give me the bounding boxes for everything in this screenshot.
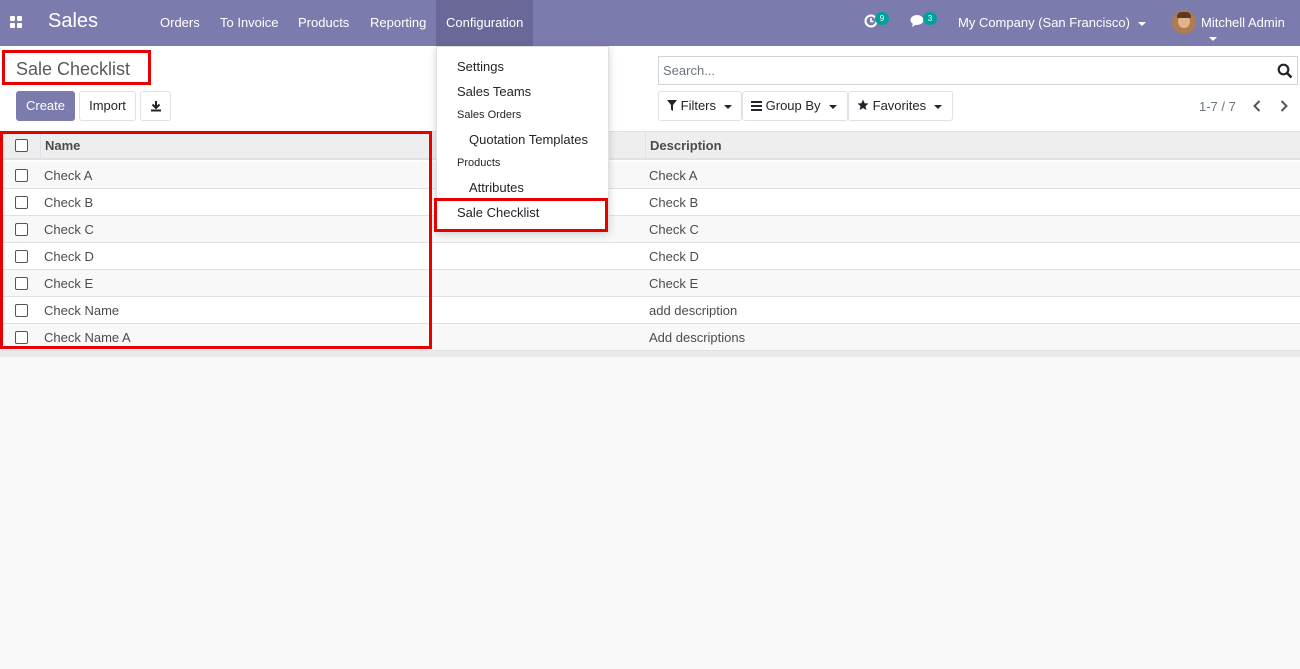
top-navbar: Sales Orders To Invoice Products Reporti… [0,0,1300,46]
cell-name: Check B [44,195,94,210]
download-button[interactable] [140,91,171,121]
cell-name: Check D [44,249,94,264]
table-row[interactable]: Check Name add description [0,297,1300,324]
cell-description: Check D [649,249,699,264]
row-checkbox[interactable] [15,304,28,317]
app-name[interactable]: Sales [48,10,98,33]
row-checkbox[interactable] [15,277,28,290]
menu-item-sale-checklist[interactable]: Sale Checklist [457,205,539,220]
cell-name: Check E [44,276,94,291]
pager-value[interactable]: 1-7 / 7 [1199,99,1236,114]
page-title: Sale Checklist [16,59,131,79]
menu-item-quotation-templates[interactable]: Quotation Templates [469,132,588,147]
activity-count-badge: 9 [875,12,889,25]
filter-icon [667,100,677,111]
menu-section-sales-orders: Sales Orders [457,109,522,121]
messages-count-badge: 3 [923,12,937,25]
configuration-dropdown: Settings Sales Teams Sales Orders Quotat… [436,46,609,231]
column-divider [40,132,41,160]
filters-button[interactable]: Filters [658,91,742,121]
list-icon [751,101,762,111]
cell-description: Check A [649,168,698,183]
cell-description: Check B [649,195,699,210]
filters-label: Filters [680,98,717,113]
cell-name: Check Name [44,303,120,318]
group-by-label: Group By [765,98,821,113]
column-divider [645,132,646,160]
row-checkbox[interactable] [15,250,28,263]
menu-to-invoice[interactable]: To Invoice [220,15,279,30]
chevron-right-icon[interactable] [1278,99,1290,113]
menu-products[interactable]: Products [298,15,349,30]
user-name: Mitchell Admin [1201,15,1285,30]
cell-name: Check A [44,168,93,183]
menu-item-settings[interactable]: Settings [457,59,504,74]
cell-name: Check C [44,222,94,237]
company-switcher[interactable]: My Company (San Francisco) [958,15,1146,30]
cell-description: Add descriptions [649,330,746,345]
table-row[interactable]: Check B Check B [0,189,1300,216]
company-name: My Company (San Francisco) [958,15,1130,30]
favorites-button[interactable]: Favorites [848,91,953,121]
table-row[interactable]: Check A Check A [0,162,1300,189]
column-header-name[interactable]: Name [45,138,80,153]
user-avatar[interactable] [1172,10,1196,34]
import-button[interactable]: Import [79,91,136,121]
chevron-left-icon[interactable] [1251,99,1263,113]
caret-down-icon [724,104,733,109]
list-footer-divider [0,351,1300,357]
row-checkbox[interactable] [15,331,28,344]
menu-item-sales-teams[interactable]: Sales Teams [457,84,531,99]
row-checkbox[interactable] [15,223,28,236]
create-button[interactable]: Create [16,91,75,121]
table-row[interactable]: Check Name A Add descriptions [0,324,1300,351]
caret-down-icon [934,104,943,109]
download-icon [150,101,161,112]
table-row[interactable]: Check D Check D [0,243,1300,270]
cell-name: Check Name A [44,330,131,345]
select-all-checkbox[interactable] [15,139,28,152]
cell-description: Check E [649,276,699,291]
table-row[interactable]: Check C Check C [0,216,1300,243]
row-checkbox[interactable] [15,169,28,182]
group-by-button[interactable]: Group By [742,91,848,121]
menu-orders[interactable]: Orders [160,15,200,30]
column-header-description[interactable]: Description [650,138,722,153]
menu-item-attributes[interactable]: Attributes [469,180,524,195]
star-icon [857,99,869,110]
control-panel: Sale Checklist Create Import Filters Gro… [0,46,1300,132]
cell-description: Check C [649,222,699,237]
caret-down-icon [828,104,837,109]
favorites-label: Favorites [872,98,927,113]
menu-configuration[interactable]: Configuration [436,0,533,46]
row-checkbox[interactable] [15,196,28,209]
caret-down-icon [1209,36,1217,41]
menu-configuration-label: Configuration [446,15,524,30]
search-input[interactable] [663,57,1263,84]
user-menu[interactable]: Mitchell Admin [1201,15,1300,45]
menu-section-products: Products [457,157,501,169]
list-view: Name Description Check A Check A Check B… [0,132,1300,355]
cell-description: add description [649,303,738,318]
search-bar [658,56,1298,85]
table-row[interactable]: Check E Check E [0,270,1300,297]
table-header: Name Description [0,132,1300,160]
apps-grid-icon[interactable] [10,16,22,28]
search-icon[interactable] [1277,63,1293,79]
menu-reporting[interactable]: Reporting [370,15,426,30]
caret-down-icon [1137,21,1146,26]
